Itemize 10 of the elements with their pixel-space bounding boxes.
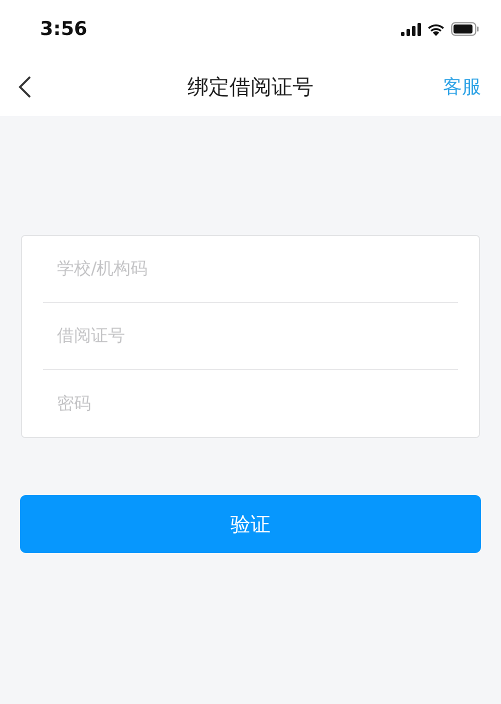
battery-icon xyxy=(451,22,479,36)
verify-button[interactable]: 验证 xyxy=(20,495,481,553)
input-field[interactable]: 密码 xyxy=(43,384,458,424)
input-field[interactable]: 学校/机构码 xyxy=(43,249,458,289)
wifi-icon xyxy=(427,22,445,36)
page-title: 绑定借阅证号 xyxy=(188,74,314,101)
customer-service-link[interactable]: 客服 xyxy=(443,74,481,100)
signal-icon xyxy=(401,22,421,36)
status-time: 3:56 xyxy=(40,18,88,40)
input-field[interactable]: 借阅证号 xyxy=(43,316,458,356)
